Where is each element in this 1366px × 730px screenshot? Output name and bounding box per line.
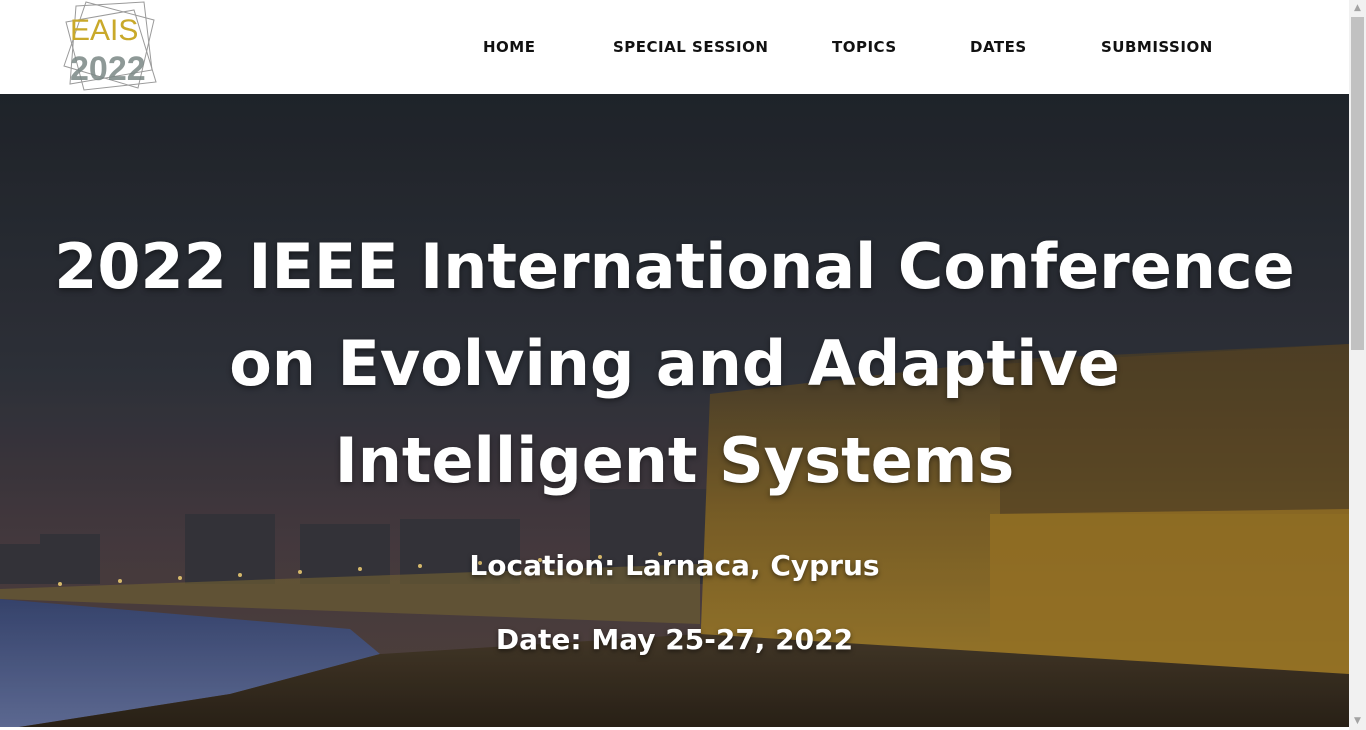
site-header: EAIS 2022 HOME SPECIAL SESSION TOPICS DA… bbox=[0, 0, 1349, 94]
nav-home[interactable]: HOME bbox=[483, 38, 535, 56]
scrollbar-thumb[interactable] bbox=[1351, 17, 1364, 350]
hero-banner: 2022 IEEE International Conference on Ev… bbox=[0, 94, 1349, 730]
arrow-up-icon[interactable]: ▲ bbox=[1349, 0, 1366, 17]
nav-submission[interactable]: SUBMISSION bbox=[1101, 38, 1213, 56]
conference-location: Location: Larnaca, Cyprus bbox=[469, 549, 880, 582]
arrow-down-icon[interactable]: ▼ bbox=[1349, 713, 1366, 730]
nav-topics[interactable]: TOPICS bbox=[832, 38, 897, 56]
conference-date: Date: May 25-27, 2022 bbox=[495, 623, 854, 656]
conference-title: 2022 IEEE International Conference on Ev… bbox=[54, 230, 1295, 497]
nav-special-session[interactable]: SPECIAL SESSION bbox=[613, 38, 768, 56]
page-scrollbar[interactable]: ▲ ▼ bbox=[1349, 0, 1366, 730]
nav-dates[interactable]: DATES bbox=[970, 38, 1027, 56]
main-nav: HOME SPECIAL SESSION TOPICS DATES SUBMIS… bbox=[0, 38, 1349, 58]
